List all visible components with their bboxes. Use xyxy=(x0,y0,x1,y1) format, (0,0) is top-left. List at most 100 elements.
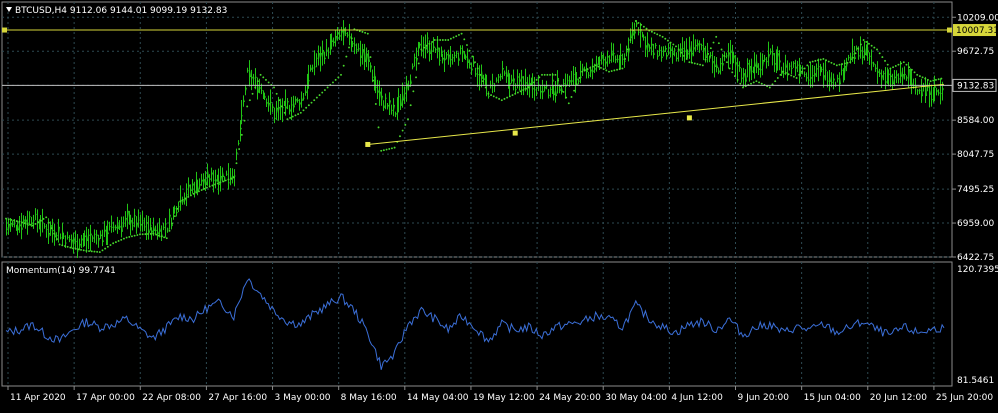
price-bar-close-tick xyxy=(256,77,257,78)
sar-dot xyxy=(177,208,179,210)
y-tick-label: 7495.25 xyxy=(957,185,994,195)
price-bar-close-tick xyxy=(499,77,500,78)
sar-dot xyxy=(600,67,602,69)
sar-dot xyxy=(613,69,615,71)
sar-dot xyxy=(378,126,380,128)
sar-dot xyxy=(201,189,203,191)
sar-dot xyxy=(879,52,881,54)
sar-dot xyxy=(219,182,221,184)
sar-dot xyxy=(254,87,256,89)
y-tick-label: 10209.00 xyxy=(957,13,998,23)
sar-dot xyxy=(437,39,439,41)
sar-dot xyxy=(278,99,280,101)
sar-dot xyxy=(48,222,50,224)
sar-dot xyxy=(5,218,7,220)
sar-dot xyxy=(399,135,401,137)
sar-dot xyxy=(777,77,779,79)
sar-dot xyxy=(624,58,626,60)
sar-dot xyxy=(410,104,412,106)
price-chart[interactable]: 10209.009672.758584.008047.757495.256959… xyxy=(0,0,998,409)
sar-dot xyxy=(370,56,372,58)
sar-dot xyxy=(495,97,497,99)
x-tick-label: 11 Apr 2020 xyxy=(10,393,66,403)
sar-dot xyxy=(83,249,85,251)
sar-dot xyxy=(453,37,455,39)
sar-dot xyxy=(621,68,623,70)
sar-dot xyxy=(345,56,347,58)
sar-dot xyxy=(10,219,12,221)
sar-dot xyxy=(13,219,15,221)
x-tick-label: 15 Jun 04:00 xyxy=(804,393,861,403)
sar-dot xyxy=(836,64,838,66)
price-bar-close-tick xyxy=(424,45,425,46)
sar-dot xyxy=(292,116,294,118)
sar-dot xyxy=(552,74,554,76)
sar-dot xyxy=(506,97,508,99)
sar-dot xyxy=(273,87,275,89)
sar-dot xyxy=(812,61,814,63)
chart-window[interactable]: 10209.009672.758584.008047.757495.256959… xyxy=(0,0,998,409)
sar-dot xyxy=(77,248,79,250)
x-tick-label: 9 Jun 20:00 xyxy=(737,393,789,403)
price-bar-close-tick xyxy=(70,239,71,240)
price-bar-close-tick xyxy=(535,90,536,91)
sar-dot xyxy=(734,75,736,77)
price-bar-close-tick xyxy=(621,55,622,56)
sar-dot xyxy=(504,98,506,100)
sar-dot xyxy=(477,68,479,70)
sar-dot xyxy=(211,185,213,187)
sar-dot xyxy=(380,150,382,152)
sar-dot xyxy=(351,37,353,39)
sar-dot xyxy=(185,197,187,199)
sar-dot xyxy=(938,78,940,80)
sar-dot xyxy=(43,218,45,220)
sar-dot xyxy=(809,61,811,63)
sar-dot xyxy=(18,221,20,223)
sar-dot xyxy=(860,43,862,45)
sar-dot xyxy=(579,77,581,79)
sar-dot xyxy=(686,58,688,60)
sar-dot xyxy=(131,235,133,237)
sar-dot xyxy=(573,90,575,92)
sar-dot xyxy=(118,240,120,242)
sar-dot xyxy=(922,76,924,78)
sar-dot xyxy=(110,244,112,246)
sar-dot xyxy=(431,41,433,43)
sar-dot xyxy=(804,68,806,70)
sar-dot xyxy=(244,120,246,122)
sar-dot xyxy=(895,65,897,67)
y-tick-label: 8584.00 xyxy=(957,116,994,126)
sar-dot xyxy=(680,52,682,54)
sar-dot xyxy=(729,68,731,70)
y-tick-label: 9672.75 xyxy=(957,47,994,57)
sar-dot xyxy=(69,247,71,249)
sar-dot xyxy=(112,242,114,244)
price-bar-close-tick xyxy=(505,72,506,73)
sar-dot xyxy=(466,44,468,46)
sar-dot xyxy=(822,58,824,60)
sar-dot xyxy=(525,88,527,90)
y-tick-label: 6422.75 xyxy=(957,253,994,263)
sar-dot xyxy=(656,33,658,35)
sar-dot xyxy=(587,68,589,70)
sar-dot xyxy=(876,49,878,51)
sar-dot xyxy=(257,80,259,82)
sar-dot xyxy=(88,250,90,252)
sar-dot xyxy=(627,49,629,51)
price-bar-close-tick xyxy=(884,73,885,74)
x-tick-label: 30 May 04:00 xyxy=(605,393,667,403)
sar-dot xyxy=(428,43,430,45)
sar-dot xyxy=(672,43,674,45)
sar-dot xyxy=(372,80,374,82)
sar-dot xyxy=(675,45,677,47)
sar-dot xyxy=(187,196,189,198)
sar-dot xyxy=(455,35,457,37)
sar-dot xyxy=(91,250,93,252)
price-bar-close-tick xyxy=(932,99,933,100)
sar-dot xyxy=(8,218,10,220)
sar-dot xyxy=(616,69,618,71)
sar-dot xyxy=(522,89,524,91)
sar-dot xyxy=(571,96,573,98)
sar-dot xyxy=(321,92,323,94)
sar-dot xyxy=(300,112,302,114)
